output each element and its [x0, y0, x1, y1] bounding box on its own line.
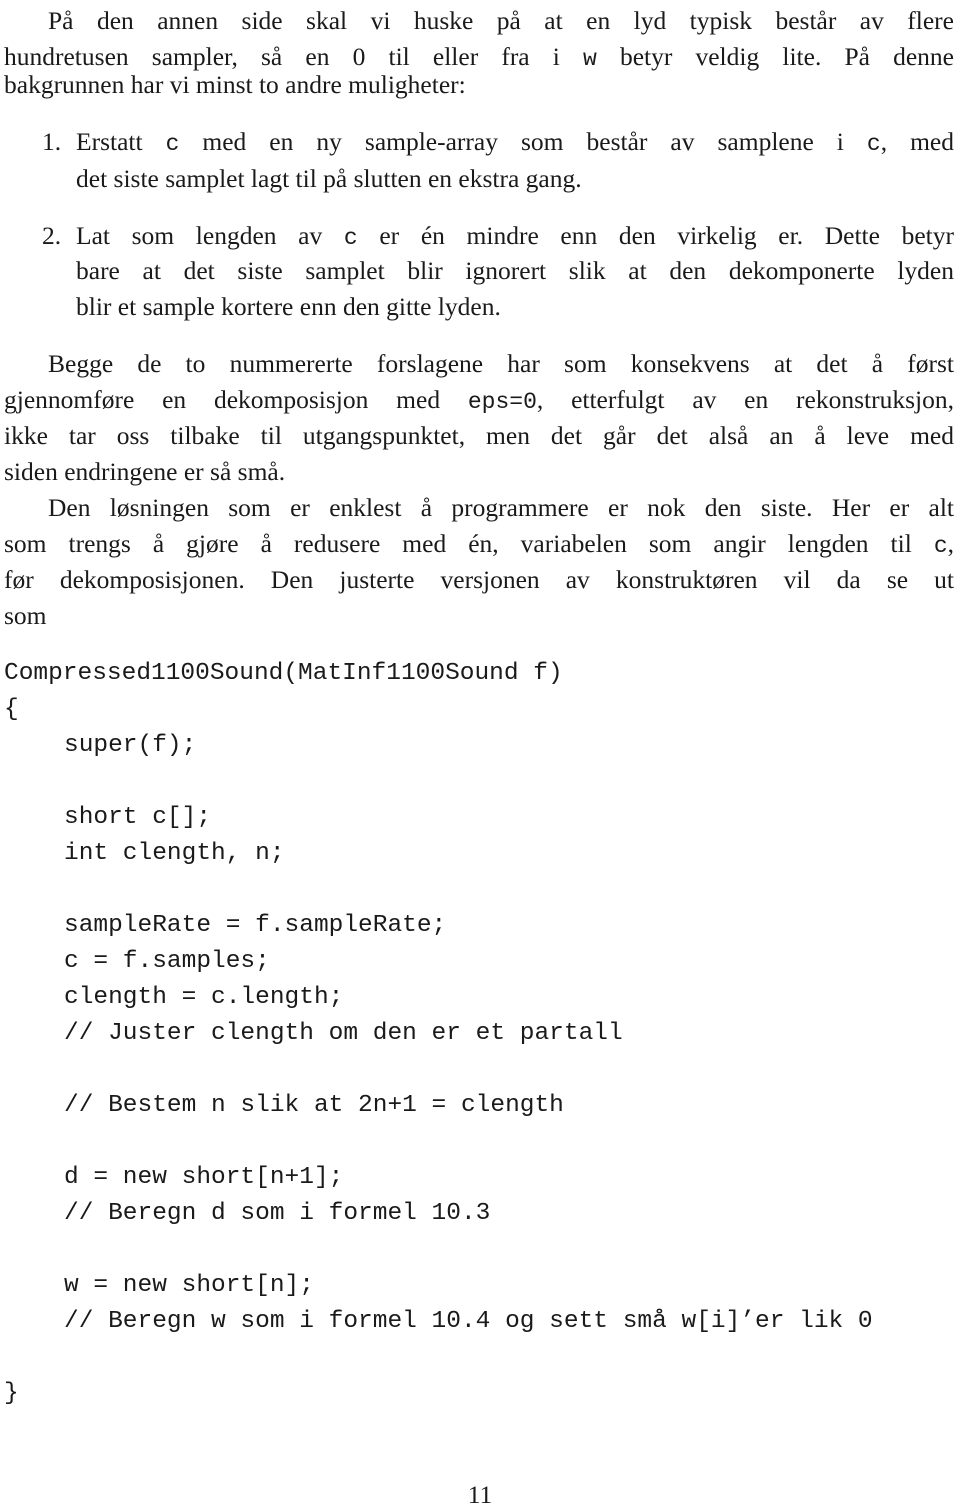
text-span: gjennomføre en dekomposisjon med [4, 385, 468, 414]
code-line: { [4, 696, 19, 723]
text-span: , med [880, 127, 954, 156]
inline-code: c [165, 131, 180, 157]
code-line: Compressed1100Sound(MatInf1100Sound f) [4, 660, 563, 687]
text-line: siden endringene er så små. [4, 457, 286, 486]
inline-code: c [933, 533, 948, 559]
text-line: På den annen side skal vi huske på at en… [48, 6, 954, 35]
text-span: med en ny sample-array som består av sam… [179, 127, 867, 156]
code-comment: // Bestem n slik at 2n+1 = clength [64, 1092, 564, 1119]
inline-code: c [343, 225, 358, 251]
text-line: bakgrunnen har vi minst to andre mulighe… [4, 70, 466, 99]
text-line: før dekomposisjonen. Den justerte versjo… [4, 565, 954, 594]
code-comment: // Juster clength om den er et partall [64, 1020, 623, 1047]
text-line: Begge de to nummererte forslagene har so… [48, 349, 954, 378]
text-line: Erstatt c med en ny sample-array som bes… [76, 124, 954, 160]
text-line: blir et sample kortere enn den gitte lyd… [76, 292, 501, 321]
code-line: c = f.samples; [64, 948, 270, 975]
text-line: Den løsningen som er enklest å programme… [48, 493, 954, 522]
text-span: , [947, 529, 954, 558]
list-number: 1. [42, 127, 62, 156]
code-comment: // Beregn d som i formel 10.3 [64, 1200, 491, 1227]
code-line: } [4, 1380, 19, 1407]
code-line: d = new short[n+1]; [64, 1164, 344, 1191]
code-line: clength = c.length; [64, 984, 344, 1011]
text-span: Erstatt [76, 127, 166, 156]
list-number: 2. [42, 221, 62, 250]
text-line: ikke tar oss tilbake til utgangspunktet,… [4, 421, 954, 450]
text-line: det siste samplet lagt til på slutten en… [76, 164, 582, 193]
code-line: super(f); [64, 732, 197, 759]
code-comment: // Beregn w som i formel 10.4 og sett sm… [64, 1308, 873, 1335]
inline-code: c [866, 131, 881, 157]
page-number: 11 [467, 1480, 493, 1509]
code-line: int clength, n; [64, 840, 285, 867]
code-line: w = new short[n]; [64, 1272, 314, 1299]
code-line: short c[]; [64, 804, 212, 831]
text-line: som trengs å gjøre å redusere med én, va… [4, 526, 954, 562]
text-span: Lat som lengden av [76, 221, 344, 250]
text-span: som trengs å gjøre å redusere med én, va… [4, 529, 934, 558]
text-line: som [4, 601, 47, 630]
text-span: , etterfulgt av en rekonstruksjon, [536, 385, 954, 414]
inline-code: eps=0 [467, 389, 537, 415]
text-line: gjennomføre en dekomposisjon med eps=0, … [4, 382, 954, 418]
text-span: er én mindre enn den virkelig er. Dette … [357, 221, 955, 250]
code-line: sampleRate = f.sampleRate; [64, 912, 447, 939]
text-line: bare at det siste samplet blir ignorert … [76, 256, 954, 285]
text-line: Lat som lengden av c er én mindre enn de… [76, 218, 954, 254]
